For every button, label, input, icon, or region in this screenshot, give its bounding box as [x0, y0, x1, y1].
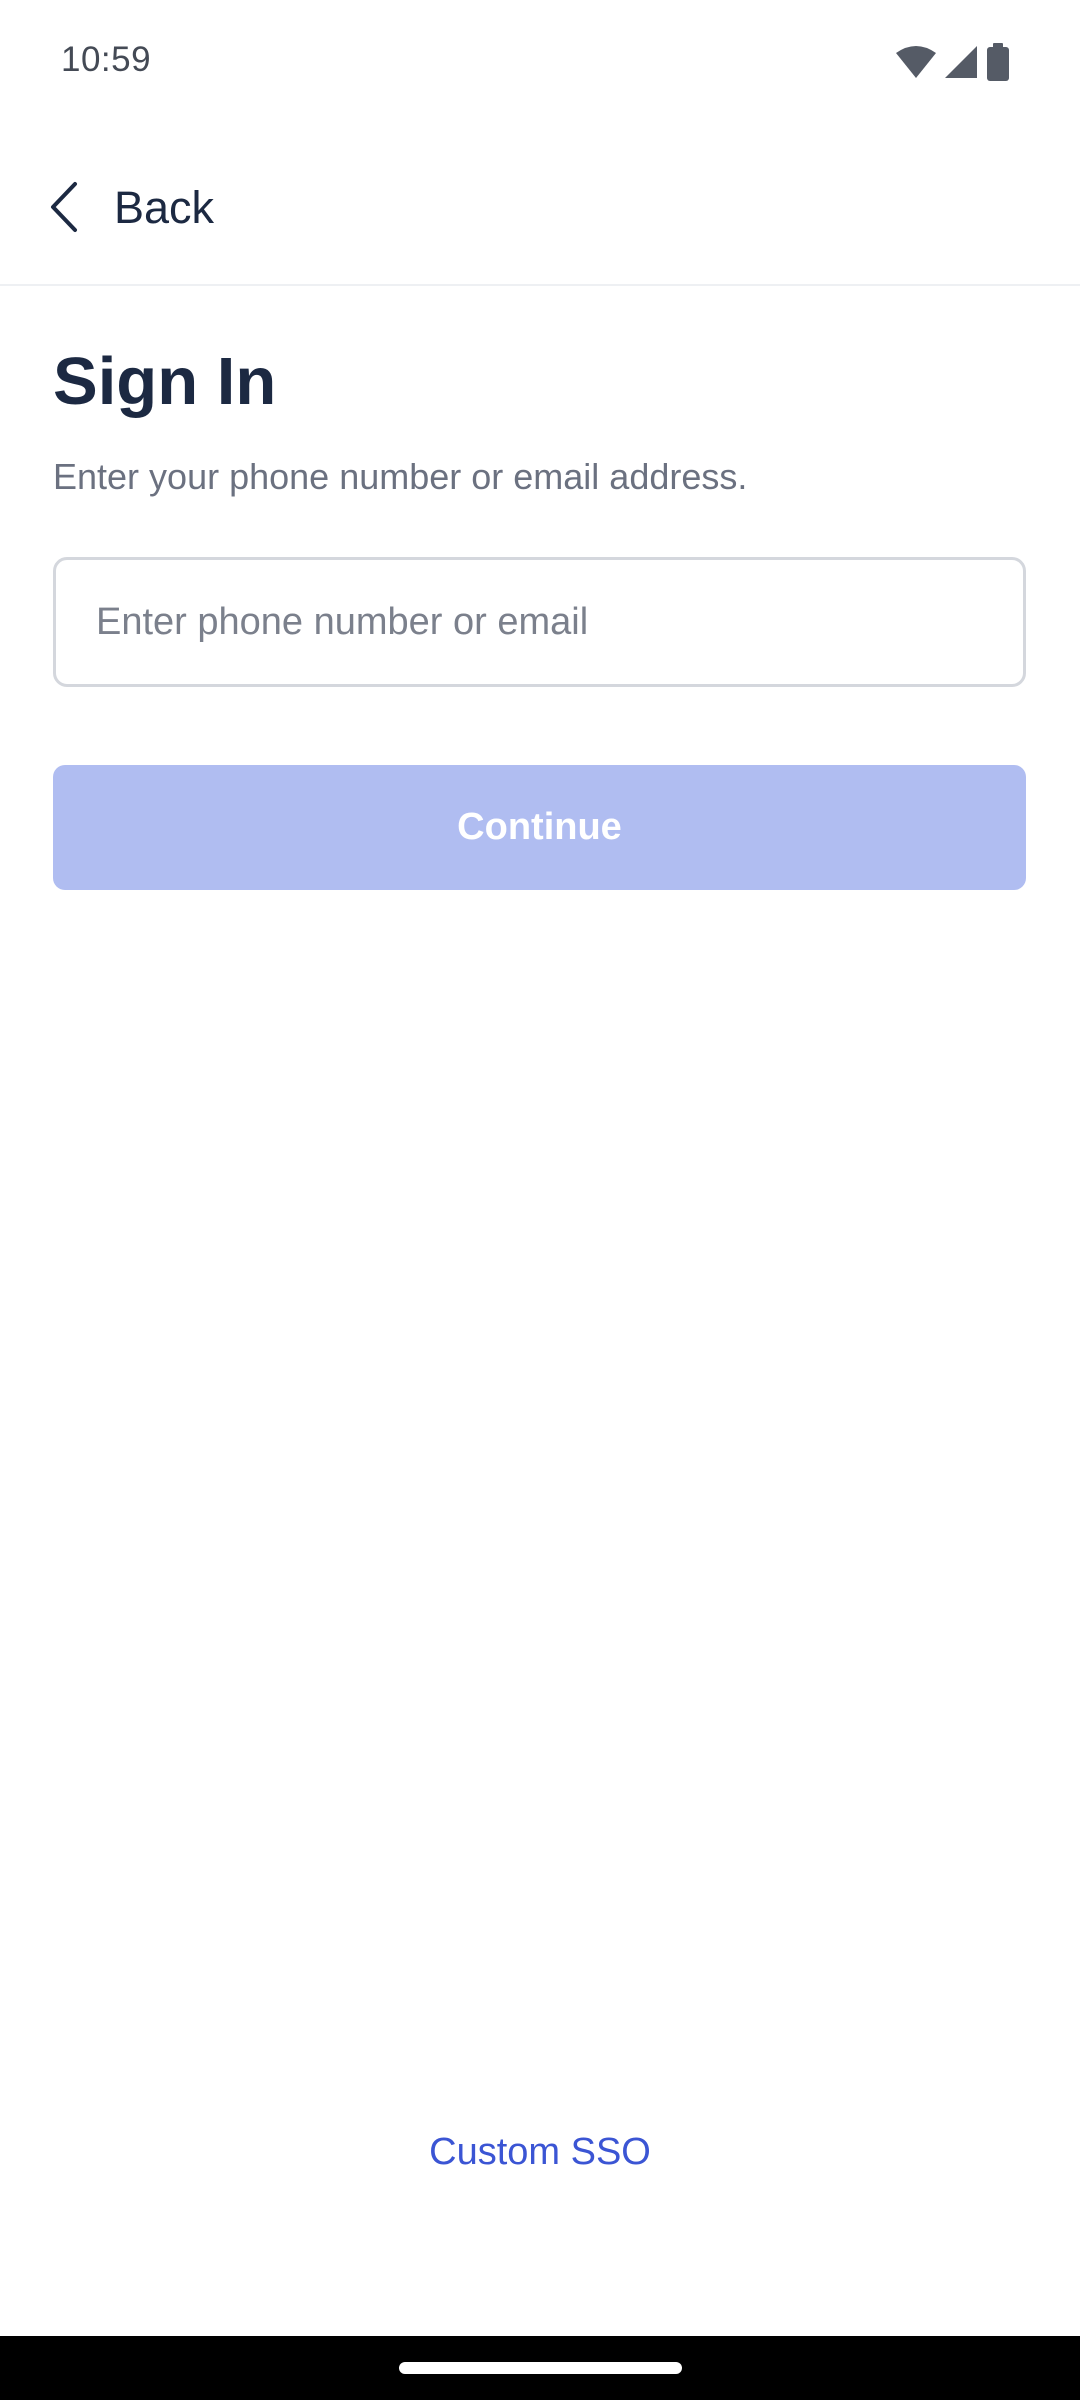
- system-navigation-bar: [0, 2336, 1080, 2400]
- custom-sso-link[interactable]: Custom SSO: [0, 2128, 1080, 2176]
- chevron-left-icon: [48, 181, 80, 233]
- back-button[interactable]: Back: [48, 176, 214, 238]
- phone-or-email-input[interactable]: [56, 560, 1023, 684]
- status-icons: [896, 42, 1010, 82]
- status-bar: 10:59: [0, 0, 1080, 128]
- top-app-bar: Back: [0, 128, 1080, 286]
- back-label: Back: [114, 181, 215, 233]
- wifi-icon: [896, 45, 936, 79]
- status-time: 10:59: [61, 40, 152, 79]
- phone-or-email-field-container: [53, 557, 1026, 687]
- cellular-signal-icon: [944, 45, 978, 79]
- home-indicator[interactable]: [399, 2362, 682, 2374]
- battery-icon: [986, 43, 1010, 81]
- continue-button[interactable]: Continue: [53, 765, 1026, 890]
- page-subtitle: Enter your phone number or email address…: [53, 456, 748, 497]
- page-title: Sign In: [53, 344, 277, 419]
